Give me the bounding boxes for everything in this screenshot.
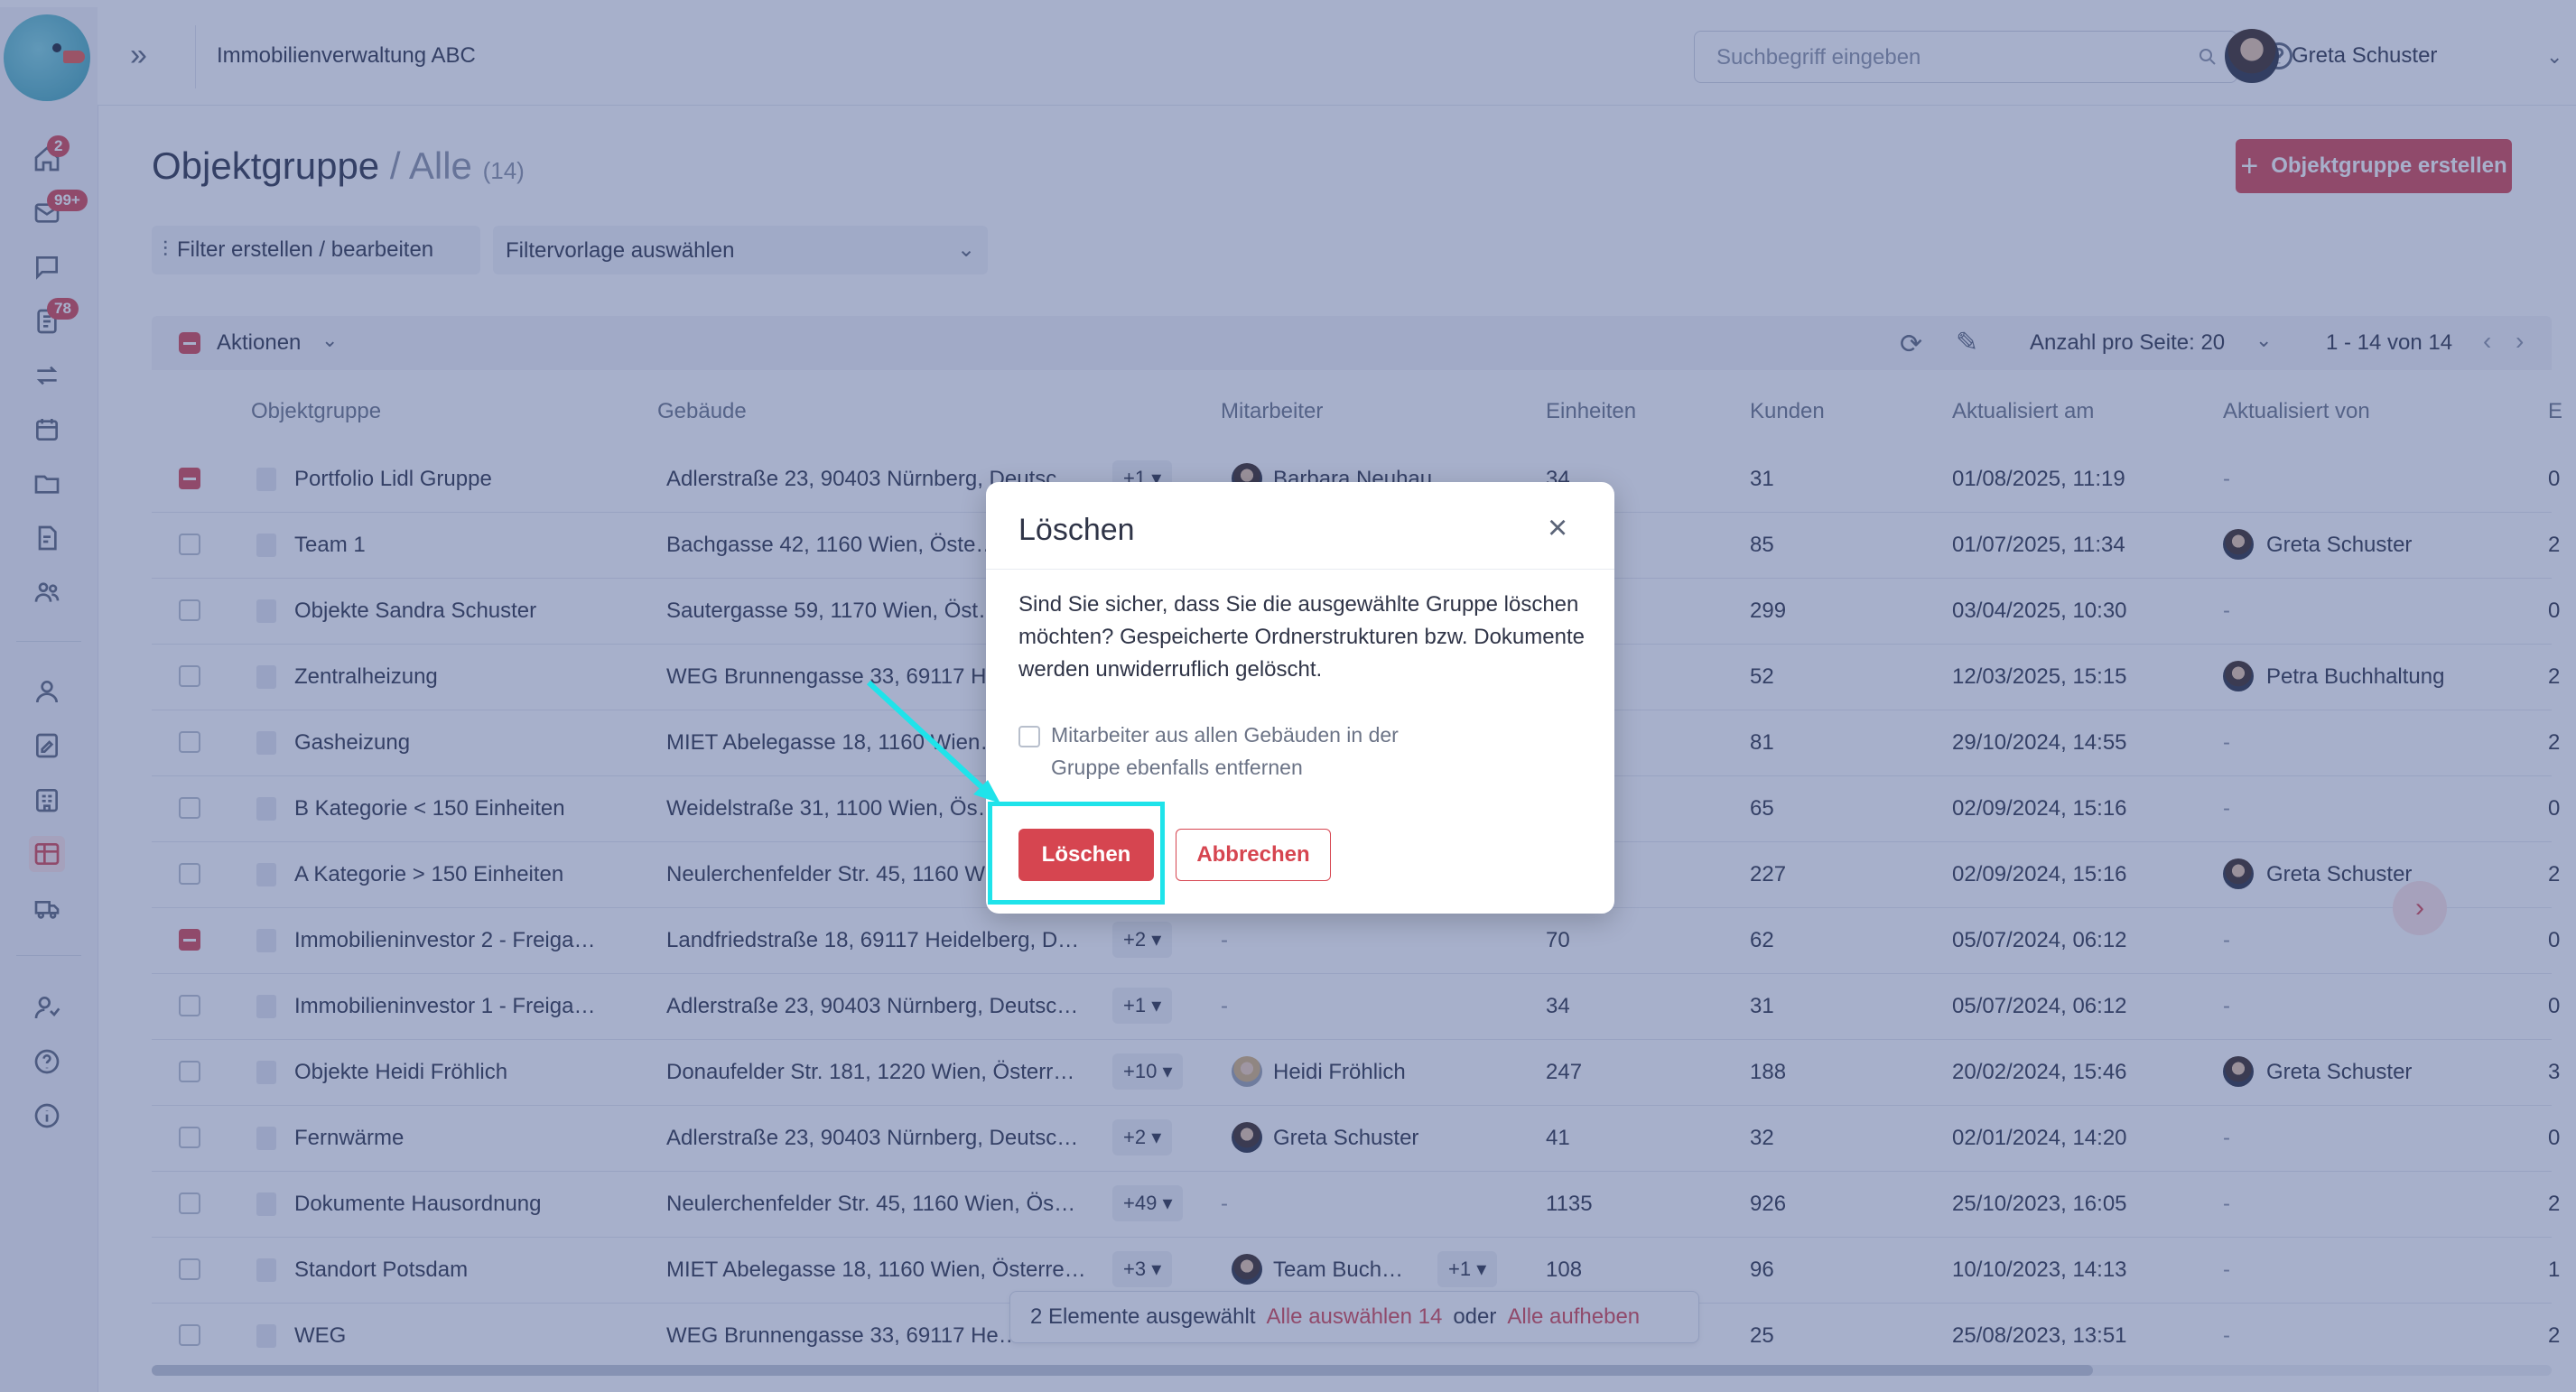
annotation-highlight-box [988,802,1165,905]
annotation-arrow [866,680,1000,803]
